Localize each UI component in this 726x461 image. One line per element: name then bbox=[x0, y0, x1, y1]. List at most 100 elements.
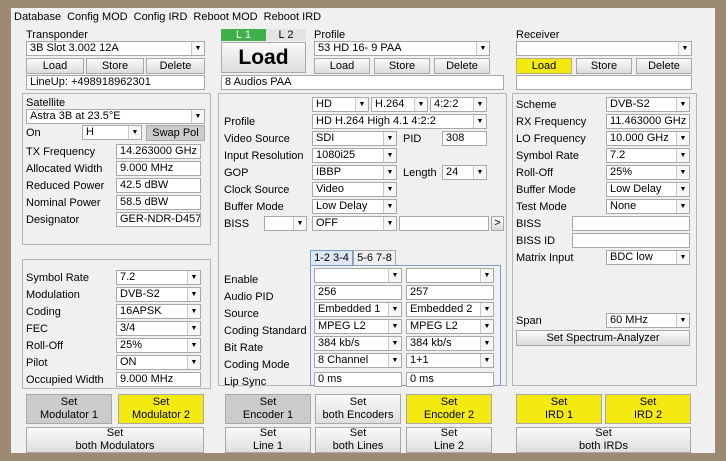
set-encoder-1-button[interactable]: Set Encoder 1 bbox=[225, 394, 311, 424]
transponder-delete-button[interactable]: Delete bbox=[146, 58, 205, 74]
receiver-row-select[interactable]: Low Delay ▼ bbox=[606, 182, 690, 197]
receiver-row-select[interactable]: 25% ▼ bbox=[606, 165, 690, 180]
profile-store-button[interactable]: Store bbox=[374, 58, 430, 74]
load-big-button[interactable]: Load bbox=[221, 42, 306, 73]
set-both-modulators-button[interactable]: Set both Modulators bbox=[26, 427, 204, 453]
audio-mode-2-select[interactable]: 1+1 ▼ bbox=[406, 353, 494, 368]
set-both-irds-button[interactable]: Set both IRDs bbox=[516, 427, 691, 453]
modulator-row-select[interactable]: 16APSK ▼ bbox=[116, 304, 201, 319]
set-modulator-1-button[interactable]: Set Modulator 1 bbox=[26, 394, 112, 424]
span-select[interactable]: 60 MHz ▼ bbox=[606, 313, 690, 328]
gop-length-select[interactable]: 24 ▼ bbox=[442, 165, 487, 180]
codec-select[interactable]: H.264 ▼ bbox=[371, 97, 428, 112]
modulator-row-select[interactable]: DVB-S2 ▼ bbox=[116, 287, 201, 302]
tab-audio-5-8[interactable]: 5-6 7-8 bbox=[353, 250, 396, 266]
receiver-row-field[interactable]: 11.463000 GHz bbox=[606, 114, 690, 129]
audio-source-1-select[interactable]: Embedded 1 ▼ bbox=[314, 302, 402, 317]
set-ird-2-button[interactable]: Set IRD 2 bbox=[605, 394, 691, 424]
satellite-row-field[interactable]: GER-NDR-D457 bbox=[116, 212, 201, 227]
profile-select[interactable]: 53 HD 16- 9 PAA ▼ bbox=[314, 41, 490, 56]
menu-reboot-ird[interactable]: Reboot IRD bbox=[264, 11, 321, 23]
set-line-2-button[interactable]: Set Line 2 bbox=[406, 427, 492, 453]
audio-pid-1-field[interactable]: 256 bbox=[314, 285, 402, 300]
modulator-row-select[interactable]: 25% ▼ bbox=[116, 338, 201, 353]
encoder-biss-apply-button[interactable]: > bbox=[491, 216, 504, 231]
matrix-input-select[interactable]: BDC low ▼ bbox=[606, 250, 690, 265]
satellite-row-field[interactable]: 9.000 MHz bbox=[116, 161, 201, 176]
set-both-lines-button[interactable]: Set both Lines bbox=[315, 427, 401, 453]
profile-delete-button[interactable]: Delete bbox=[434, 58, 490, 74]
video-source-select[interactable]: SDI ▼ bbox=[312, 131, 397, 146]
audio-source-2-select[interactable]: Embedded 2 ▼ bbox=[406, 302, 494, 317]
audio-coding-2-select[interactable]: MPEG L2 ▼ bbox=[406, 319, 494, 334]
audio-row-label: Lip Sync bbox=[224, 376, 267, 388]
satellite-row-field[interactable]: 14.263000 GHz bbox=[116, 144, 201, 159]
receiver-description-field[interactable] bbox=[516, 75, 692, 90]
encoder-profile-select[interactable]: HD H.264 High 4.1 4:2:2 ▼ bbox=[312, 114, 487, 129]
menu-reboot-mod[interactable]: Reboot MOD bbox=[193, 11, 257, 23]
tab-audio-1-4[interactable]: 1-2 3-4 bbox=[310, 250, 353, 266]
receiver-delete-button[interactable]: Delete bbox=[636, 58, 692, 74]
chevron-down-icon: ▼ bbox=[676, 149, 689, 162]
chroma-select[interactable]: 4:2:2 ▼ bbox=[430, 97, 487, 112]
receiver-load-button[interactable]: Load bbox=[516, 58, 572, 74]
receiver-row-select[interactable]: DVB-S2 ▼ bbox=[606, 97, 690, 112]
swap-pol-button[interactable]: Swap Pol bbox=[146, 125, 205, 141]
lip-sync-1-field[interactable]: 0 ms bbox=[314, 372, 402, 387]
line-2-indicator[interactable]: L 2 bbox=[266, 29, 306, 41]
chevron-down-icon: ▼ bbox=[480, 320, 493, 333]
encoder-buffer-mode-select[interactable]: Low Delay ▼ bbox=[312, 199, 397, 214]
input-resolution-select[interactable]: 1080i25 ▼ bbox=[312, 148, 397, 163]
profile-description-field[interactable]: 8 Audios PAA bbox=[221, 75, 504, 90]
receiver-row-select[interactable]: None ▼ bbox=[606, 199, 690, 214]
satellite-row-field[interactable]: 58.5 dBW bbox=[116, 195, 201, 210]
receiver-biss-id-field[interactable] bbox=[572, 233, 690, 248]
menu-database[interactable]: Database bbox=[14, 11, 61, 23]
receiver-store-button[interactable]: Store bbox=[576, 58, 632, 74]
audio-enable-2-select[interactable]: ▼ bbox=[406, 268, 494, 283]
receiver-row-select[interactable]: 7.2 ▼ bbox=[606, 148, 690, 163]
transponder-store-button[interactable]: Store bbox=[86, 58, 144, 74]
menu-config-ird[interactable]: Config IRD bbox=[134, 11, 188, 23]
lip-sync-2-field[interactable]: 0 ms bbox=[406, 372, 494, 387]
gop-select[interactable]: IBBP ▼ bbox=[312, 165, 397, 180]
set-line-1-button[interactable]: Set Line 1 bbox=[225, 427, 311, 453]
audio-pid-2-field[interactable]: 257 bbox=[406, 285, 494, 300]
audio-mode-1-select[interactable]: 8 Channel ▼ bbox=[314, 353, 402, 368]
format-select[interactable]: HD ▼ bbox=[312, 97, 369, 112]
video-pid-field[interactable]: 308 bbox=[442, 131, 487, 146]
modulator-row-select[interactable]: 7.2 ▼ bbox=[116, 270, 201, 285]
audio-bitrate-1-select[interactable]: 384 kb/s ▼ bbox=[314, 336, 402, 351]
transponder-select[interactable]: 3B Slot 3.002 12A ▼ bbox=[26, 41, 205, 56]
transponder-load-button[interactable]: Load bbox=[26, 58, 84, 74]
audio-coding-1-select[interactable]: MPEG L2 ▼ bbox=[314, 319, 402, 334]
profile-load-button[interactable]: Load bbox=[314, 58, 370, 74]
satellite-row-field[interactable]: 42.5 dBW bbox=[116, 178, 201, 193]
occupied-width-field[interactable]: 9.000 MHz bbox=[116, 372, 201, 387]
modulator-row-select[interactable]: ON ▼ bbox=[116, 355, 201, 370]
satellite-row-label: TX Frequency bbox=[26, 146, 96, 158]
set-encoder-2-button[interactable]: Set Encoder 2 bbox=[406, 394, 492, 424]
set-both-encoders-button[interactable]: Set both Encoders bbox=[315, 394, 401, 424]
encoder-biss-key-select[interactable]: ▼ bbox=[264, 216, 307, 231]
polarization-select[interactable]: H ▼ bbox=[82, 125, 142, 140]
span-label: Span bbox=[516, 315, 542, 327]
receiver-row-field[interactable]: 10.000 GHz ▼ bbox=[606, 131, 690, 146]
audio-enable-1-select[interactable]: ▼ bbox=[314, 268, 402, 283]
set-ird-1-button[interactable]: Set IRD 1 bbox=[516, 394, 602, 424]
encoder-biss-key-field[interactable] bbox=[399, 216, 489, 231]
receiver-biss-field[interactable] bbox=[572, 216, 690, 231]
clock-source-select[interactable]: Video ▼ bbox=[312, 182, 397, 197]
chevron-down-icon: ▼ bbox=[473, 115, 486, 128]
satellite-select[interactable]: Astra 3B at 23.5°E ▼ bbox=[26, 109, 205, 124]
menu-bar: Database Config MOD Config IRD Reboot MOD Re… bbox=[14, 10, 327, 24]
line-1-indicator[interactable]: L 1 bbox=[221, 29, 266, 41]
lineup-field[interactable]: LineUp: +498918962301 bbox=[26, 75, 205, 90]
set-spectrum-analyzer-button[interactable]: Set Spectrum-Analyzer bbox=[516, 330, 690, 346]
modulator-row-select[interactable]: 3/4 ▼ bbox=[116, 321, 201, 336]
encoder-biss-mode-select[interactable]: OFF ▼ bbox=[312, 216, 397, 231]
set-modulator-2-button[interactable]: Set Modulator 2 bbox=[118, 394, 204, 424]
menu-config-mod[interactable]: Config MOD bbox=[67, 11, 128, 23]
receiver-select[interactable]: ▼ bbox=[516, 41, 692, 56]
audio-bitrate-2-select[interactable]: 384 kb/s ▼ bbox=[406, 336, 494, 351]
